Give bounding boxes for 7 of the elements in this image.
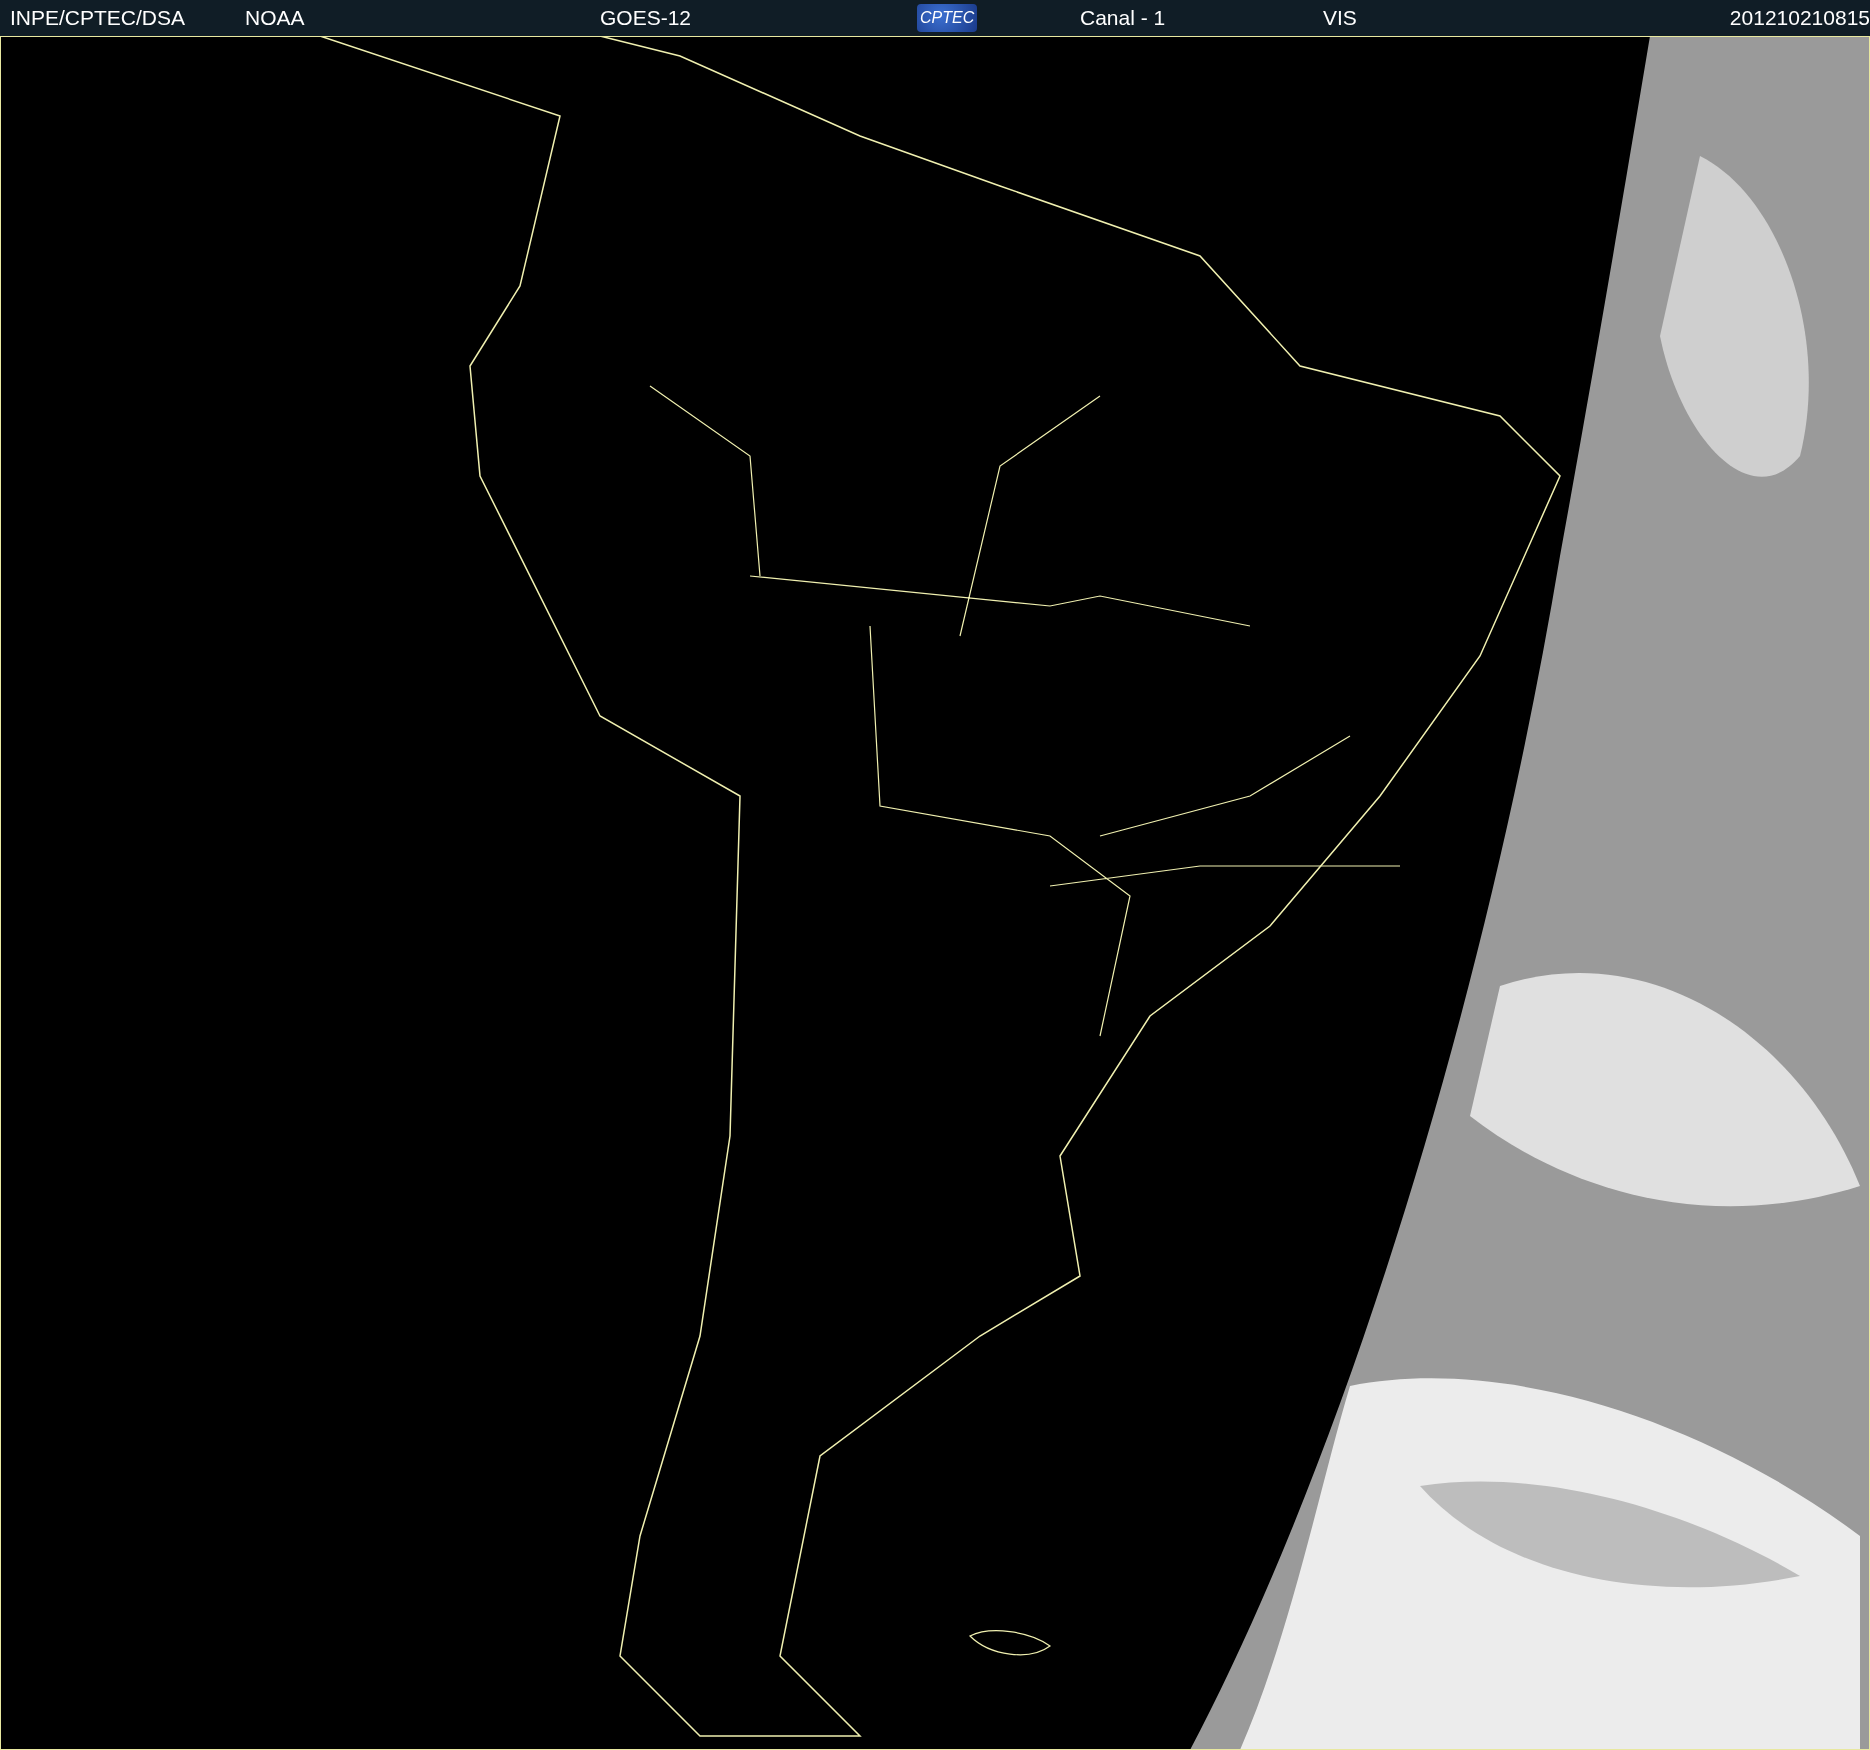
source-label: NOAA <box>245 6 305 30</box>
band-label: VIS <box>1323 6 1357 30</box>
channel-label: Canal - 1 <box>1080 6 1166 30</box>
satellite-label: GOES-12 <box>600 6 692 30</box>
timestamp-label: 201210210815 <box>1729 6 1870 30</box>
logo: CPTEC <box>917 4 978 32</box>
agency-label: INPE/CPTEC/DSA <box>10 6 186 30</box>
